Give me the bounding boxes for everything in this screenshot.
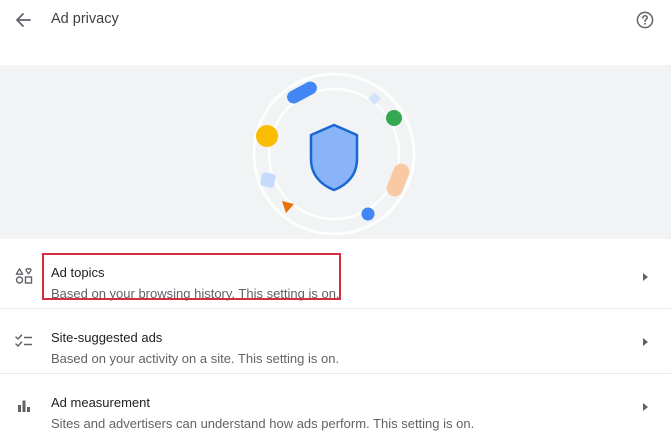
help-button[interactable] xyxy=(632,7,658,33)
highlight-box xyxy=(42,253,341,300)
bar-chart-icon xyxy=(18,400,30,412)
chevron-right-icon xyxy=(643,403,648,411)
row-icon xyxy=(12,266,36,286)
green-dot-shape xyxy=(386,110,402,126)
back-button[interactable] xyxy=(10,7,36,33)
row-icon xyxy=(12,396,36,416)
page-header: Ad privacy xyxy=(0,0,671,40)
chevron-right-icon xyxy=(643,338,648,346)
yellow-dot-shape xyxy=(256,125,278,147)
checklist-icon xyxy=(15,334,32,347)
ad-measurement-row[interactable]: Ad measurement Sites and advertisers can… xyxy=(0,373,671,437)
row-icon xyxy=(12,331,36,351)
hero-banner xyxy=(0,65,671,239)
shield-privacy-illustration xyxy=(252,72,416,236)
shapes-icon xyxy=(15,268,33,284)
shield-shape xyxy=(309,123,359,192)
page-title: Ad privacy xyxy=(51,11,119,27)
row-description: Based on your activity on a site. This s… xyxy=(51,351,340,366)
site-suggested-ads-row[interactable]: Site-suggested ads Based on your activit… xyxy=(0,308,671,372)
chevron-right-icon xyxy=(643,273,648,281)
light-blue-square-shape xyxy=(260,172,276,188)
light-blue-diamond-shape xyxy=(368,92,381,105)
row-description: Sites and advertisers can understand how… xyxy=(51,416,475,431)
blue-pill-shape xyxy=(287,81,317,104)
arrow-back-icon xyxy=(16,13,31,27)
row-title: Site-suggested ads xyxy=(51,330,163,345)
row-title: Ad measurement xyxy=(51,395,150,410)
peach-pill-shape xyxy=(386,163,410,197)
help-circle-icon xyxy=(636,11,654,29)
blue-dot-shape xyxy=(361,207,375,221)
